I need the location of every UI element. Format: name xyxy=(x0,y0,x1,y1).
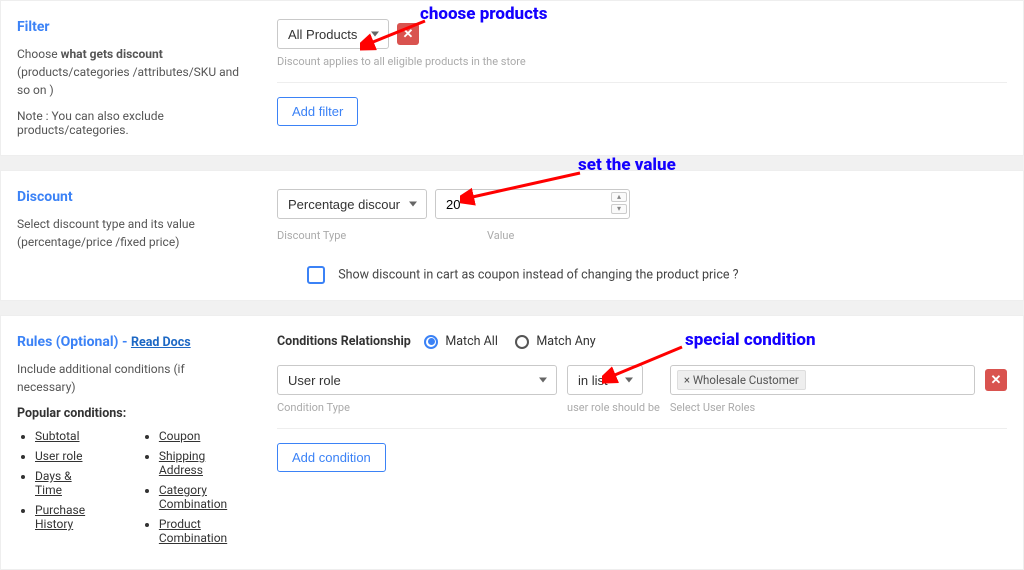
filter-section: Filter Choose what gets discount (produc… xyxy=(0,0,1024,156)
rules-section: Rules (Optional) - Read Docs Include add… xyxy=(0,315,1024,570)
filter-remove-button[interactable]: ✕ xyxy=(397,23,419,45)
rules-title: Rules (Optional) - Read Docs xyxy=(17,334,245,350)
divider xyxy=(277,82,1007,83)
match-all-label: Match All xyxy=(445,334,498,349)
condition-type-label: Condition Type xyxy=(277,401,557,414)
filter-help-text: Discount applies to all eligible product… xyxy=(277,55,1007,68)
popular-list-2: Coupon Shipping Address Category Combina… xyxy=(141,429,245,551)
popular-link[interactable]: Product Combination xyxy=(159,517,227,545)
popular-link[interactable]: Days & Time xyxy=(35,469,72,497)
rules-description: Include additional conditions (if necess… xyxy=(17,360,245,396)
discount-value-label: Value xyxy=(487,229,514,242)
user-roles-label: Select User Roles xyxy=(670,401,975,414)
show-as-coupon-checkbox[interactable] xyxy=(307,266,325,284)
discount-section: Discount Select discount type and its va… xyxy=(0,170,1024,301)
discount-value-input[interactable] xyxy=(435,189,630,219)
popular-link[interactable]: Subtotal xyxy=(35,429,80,443)
discount-description: Select discount type and its value (perc… xyxy=(17,215,245,251)
popular-link[interactable]: Coupon xyxy=(159,429,200,443)
close-icon: ✕ xyxy=(991,372,1002,388)
user-roles-input[interactable]: × Wholesale Customer xyxy=(670,365,975,395)
show-as-coupon-label: Show discount in cart as coupon instead … xyxy=(338,268,738,283)
condition-type-select[interactable]: User role xyxy=(277,365,557,395)
condition-operator-label: user role should be xyxy=(567,401,660,414)
discount-title: Discount xyxy=(17,189,245,205)
filter-note: Note : You can also exclude products/cat… xyxy=(17,109,245,137)
popular-link[interactable]: Category Combination xyxy=(159,483,227,511)
filter-title: Filter xyxy=(17,19,245,35)
add-condition-button[interactable]: Add condition xyxy=(277,443,386,472)
discount-type-select[interactable]: Percentage discount xyxy=(277,189,427,219)
popular-link[interactable]: Shipping Address xyxy=(159,449,205,477)
stepper-up-icon[interactable]: ▴ xyxy=(611,192,627,202)
stepper-down-icon[interactable]: ▾ xyxy=(611,204,627,214)
add-filter-button[interactable]: Add filter xyxy=(277,97,358,126)
conditions-relationship-label: Conditions Relationship xyxy=(277,334,411,349)
user-role-tag[interactable]: × Wholesale Customer xyxy=(677,370,806,390)
filter-product-select[interactable]: All Products xyxy=(277,19,389,49)
close-icon: ✕ xyxy=(403,26,414,42)
popular-link[interactable]: User role xyxy=(35,449,82,463)
match-any-radio[interactable] xyxy=(515,335,529,349)
popular-conditions-title: Popular conditions: xyxy=(17,406,245,421)
match-all-radio[interactable] xyxy=(424,335,438,349)
match-any-label: Match Any xyxy=(536,334,595,349)
filter-description: Choose what gets discount (products/cate… xyxy=(17,45,245,99)
divider xyxy=(277,428,1007,429)
popular-link[interactable]: Purchase History xyxy=(35,503,85,531)
read-docs-link[interactable]: Read Docs xyxy=(131,335,191,350)
discount-type-label: Discount Type xyxy=(277,229,427,242)
condition-remove-button[interactable]: ✕ xyxy=(985,369,1007,391)
condition-operator-select[interactable]: in list xyxy=(567,365,643,395)
popular-list-1: Subtotal User role Days & Time Purchase … xyxy=(17,429,101,551)
